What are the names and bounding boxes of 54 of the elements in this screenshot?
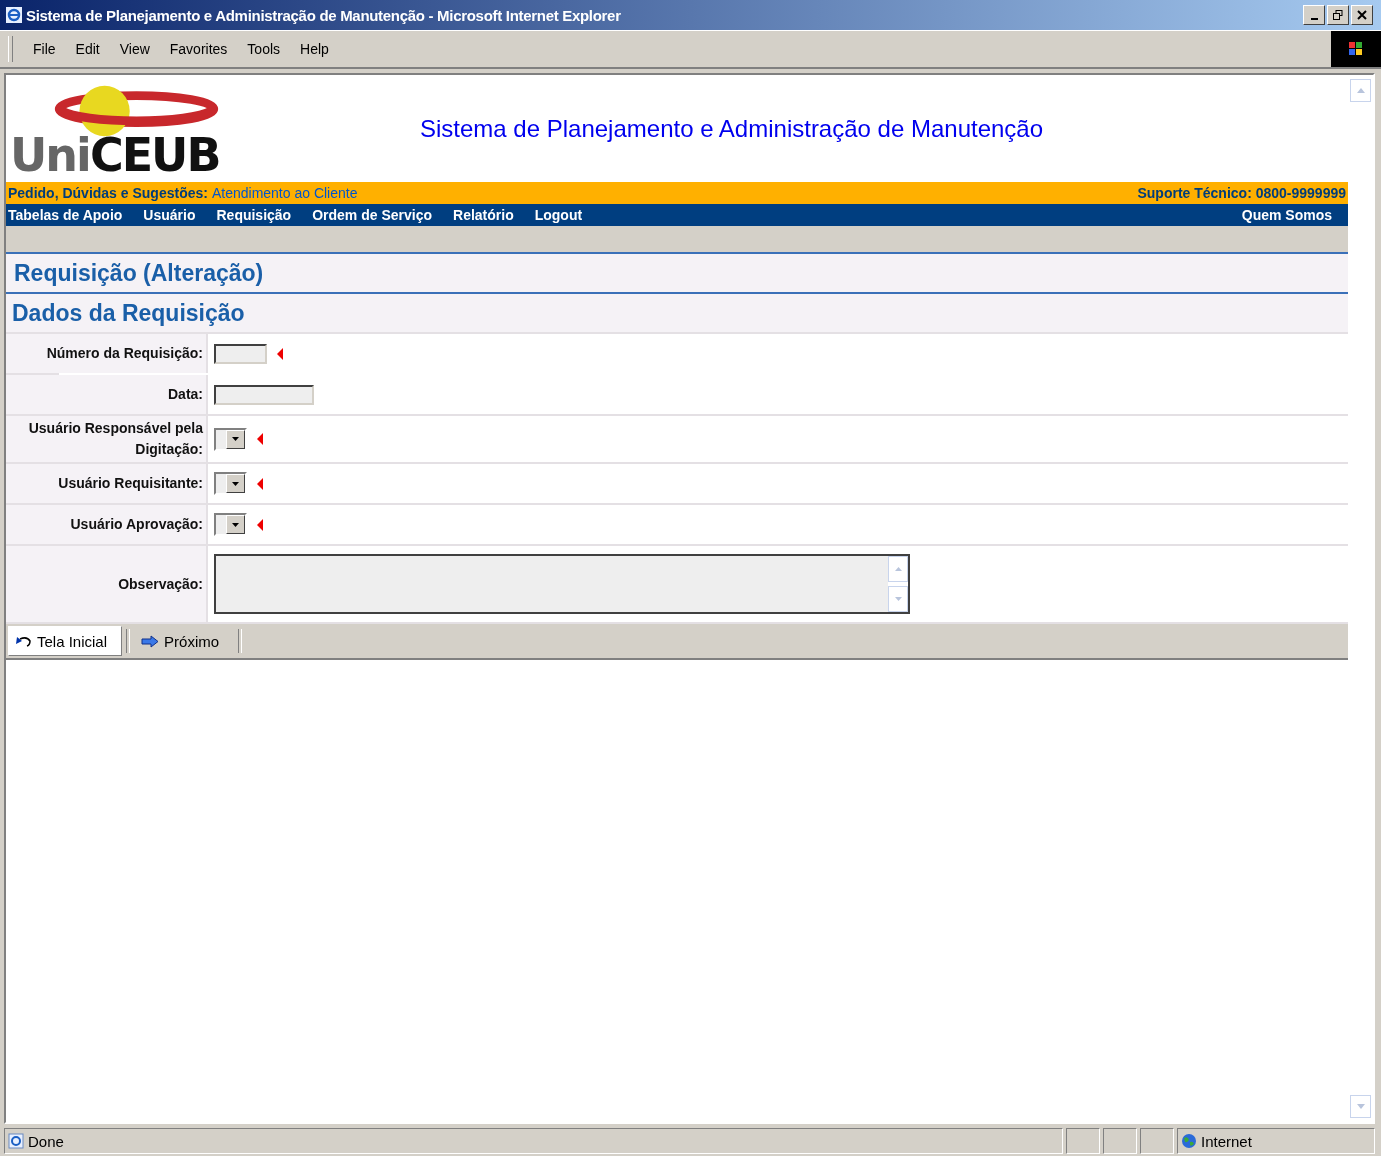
windows-logo-icon [1331, 31, 1381, 67]
menu-item[interactable]: View [109, 41, 160, 57]
support-phone: Suporte Técnico: 0800-9999999 [1137, 185, 1346, 201]
status-pane [1066, 1128, 1100, 1154]
page-icon [8, 1133, 24, 1149]
close-button[interactable] [1351, 5, 1373, 25]
field-label: Usuário Requisitante: [58, 474, 203, 493]
input-field[interactable] [214, 343, 267, 364]
minimize-button[interactable] [1303, 5, 1325, 25]
close-icon [1357, 10, 1367, 20]
restore-button[interactable] [1327, 5, 1349, 25]
right-arrow-icon [141, 634, 160, 648]
section-title: Dados da Requisição [6, 294, 1348, 332]
field-label: Número da Requisição: [46, 344, 203, 363]
field-label: Observação: [118, 574, 203, 594]
menu-item[interactable]: Edit [65, 41, 110, 57]
field-label: Usuário Responsável pela Digitação: [27, 419, 203, 459]
nav-link[interactable]: Requisição [216, 207, 292, 223]
dropdown[interactable] [214, 513, 247, 536]
restore-icon [1333, 10, 1343, 20]
menu-item[interactable]: Favorites [159, 41, 238, 57]
nav-link[interactable]: Usuário [143, 207, 196, 223]
status-pane [1140, 1128, 1174, 1154]
nav-link[interactable]: Logout [534, 207, 583, 223]
status-text: Done [28, 1132, 64, 1150]
dropdown[interactable] [214, 427, 247, 451]
window-title: Sistema de Planejamento e Administração de Manutenção - Microsoft Internet Explorer [26, 6, 621, 24]
browser-icon [6, 7, 22, 23]
undo-arrow-icon [15, 635, 32, 647]
customer-service-link[interactable]: Atendimento ao Cliente [211, 185, 358, 201]
menu-item[interactable]: File [23, 41, 66, 57]
minimize-icon [1310, 18, 1318, 20]
logo-wordmark: UniCEUB [10, 133, 220, 176]
dropdown[interactable] [214, 472, 247, 495]
caret-down-icon [232, 437, 239, 441]
toolbar-button[interactable]: Próximo [134, 626, 235, 656]
input-field[interactable] [214, 384, 314, 405]
security-zone: Internet [1201, 1132, 1252, 1150]
globe-icon [1181, 1133, 1197, 1149]
page-title: Requisição (Alteração) [6, 254, 1348, 294]
field-label: Usuário Aprovação: [70, 515, 203, 534]
toolbar-button[interactable]: Tela Inicial [8, 626, 123, 656]
nav-link[interactable]: Relatório [453, 207, 514, 223]
nav-link[interactable]: Tabelas de Apoio [8, 207, 123, 223]
status-pane [1103, 1128, 1137, 1154]
menu-item[interactable]: Help [290, 41, 339, 57]
site-title: Sistema de Planejamento e Administração de Manutenção [420, 114, 1044, 143]
caret-down-icon [232, 522, 239, 527]
nav-link[interactable]: Quem Somos [1241, 207, 1332, 223]
menu-item[interactable]: Tools [237, 41, 291, 57]
nav-link[interactable]: Ordem de Serviço [312, 207, 432, 223]
field-label: Data: [168, 385, 203, 404]
contact-label: Pedido, Dúvidas e Sugestões: [8, 185, 208, 201]
caret-down-icon [232, 481, 239, 486]
